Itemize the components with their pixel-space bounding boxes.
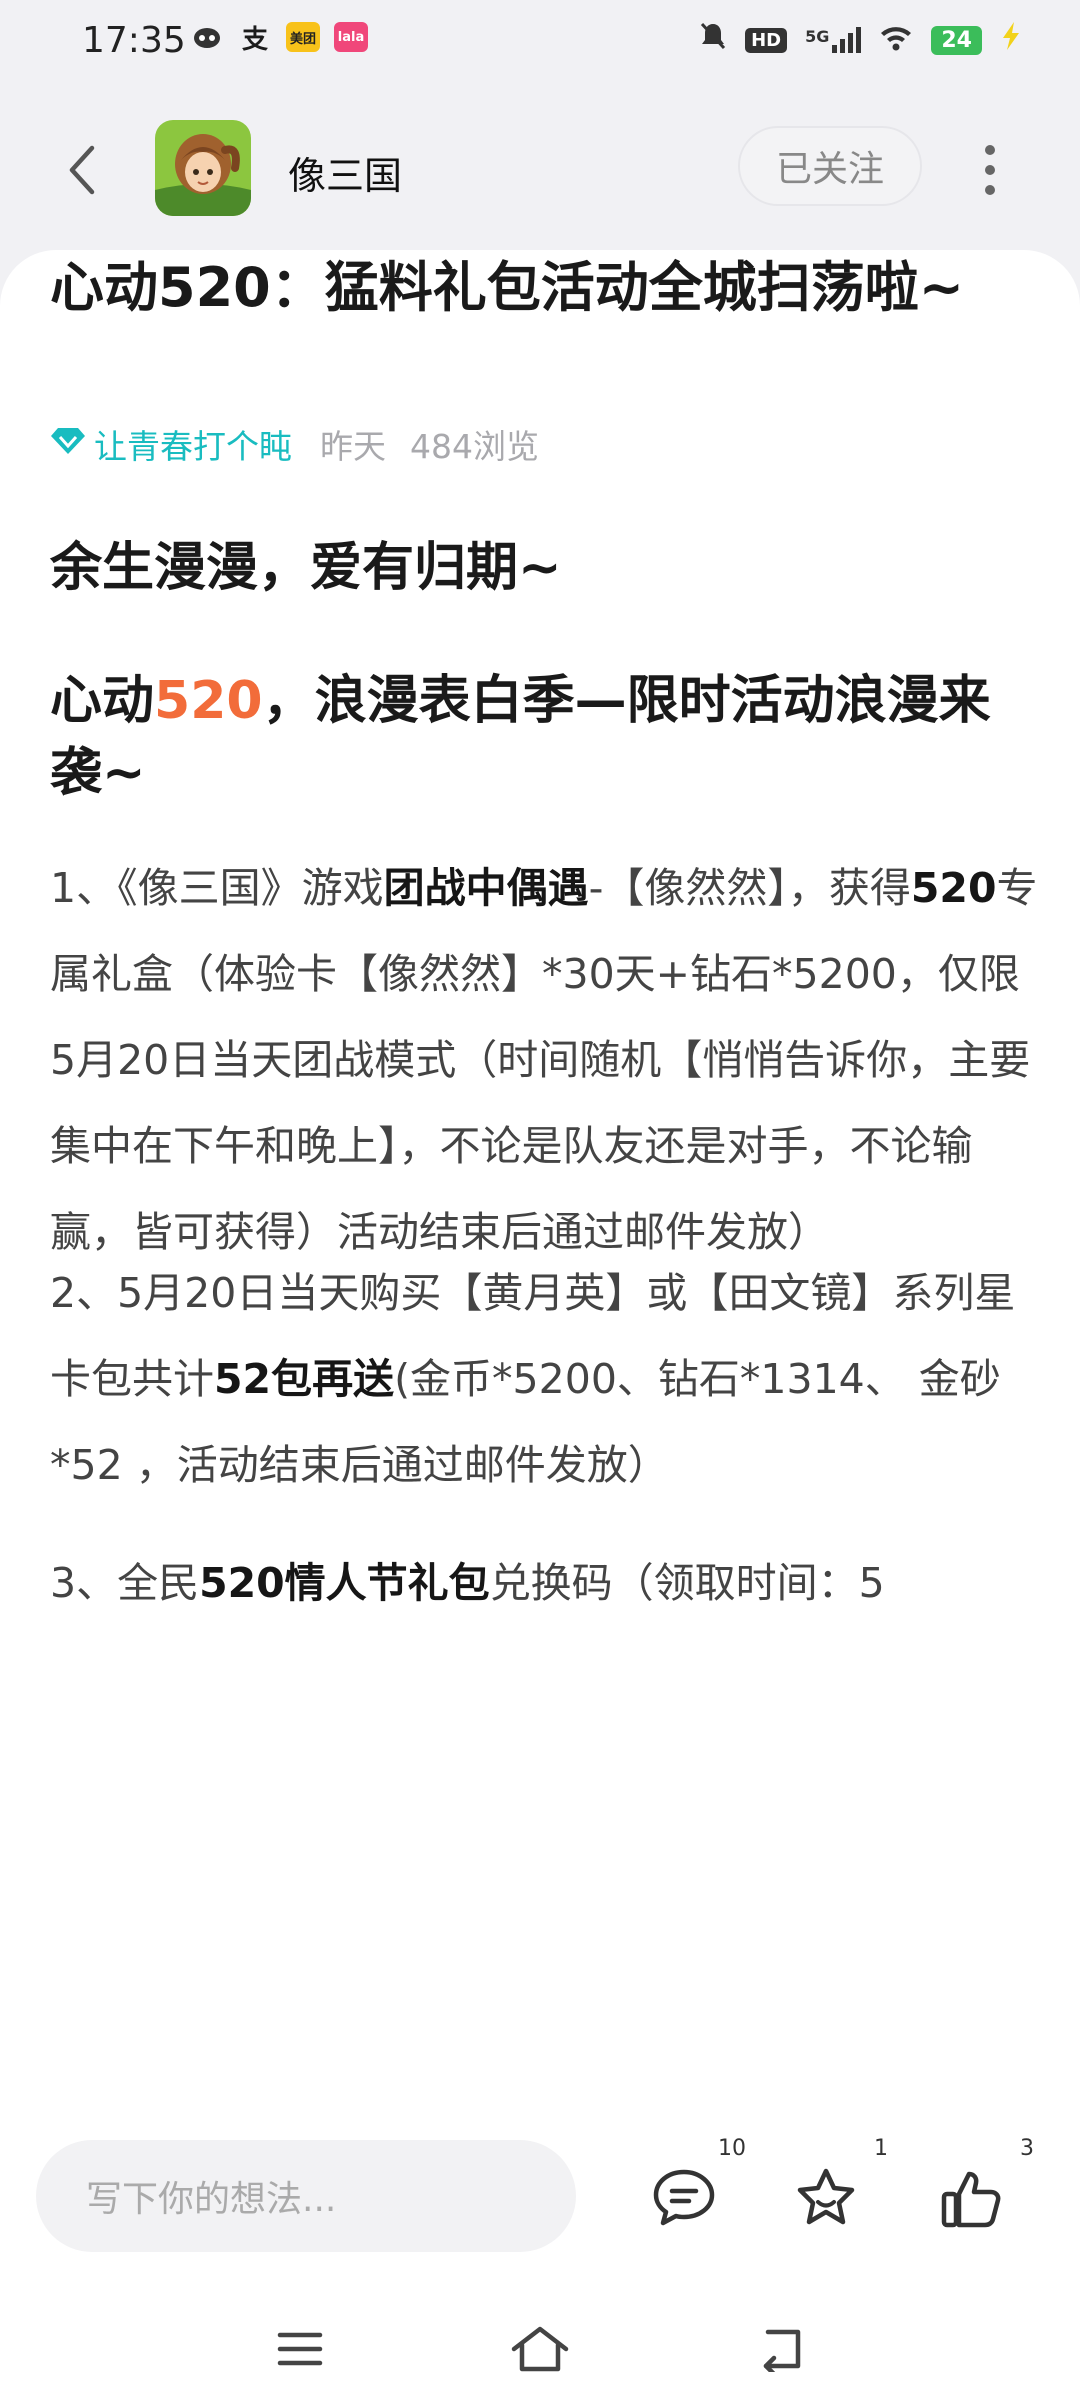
more-options-icon[interactable] xyxy=(970,140,1010,200)
wifi-icon xyxy=(879,24,913,56)
p1-text-2: -【像然然】，获得 xyxy=(588,864,911,912)
bilibili-icon: lala xyxy=(334,22,368,52)
p3-text: 3、全民 xyxy=(50,1559,200,1607)
comment-count: 10 xyxy=(718,2136,746,2161)
battery-indicator: 24 xyxy=(931,25,982,55)
status-bar: 17:35 支 美团 lala HD 5G 24 xyxy=(0,0,1080,90)
bottom-action-bar: 写下你的想法... 10 1 3 xyxy=(0,2110,1080,2290)
hd-icon: HD xyxy=(745,27,788,53)
p1-text: 1、《像三国》游戏 xyxy=(50,864,384,912)
menu-icon xyxy=(277,2332,323,2366)
content-fade xyxy=(0,2040,1080,2110)
headline-text: 心动 xyxy=(50,671,155,731)
status-app-icons: 支 美团 lala xyxy=(190,22,368,55)
system-nav-bar xyxy=(0,2290,1080,2408)
post-title: 心动520：猛料礼包活动全城扫荡啦~ xyxy=(50,256,964,319)
alipay-icon: 支 xyxy=(241,24,268,55)
post-meta: 让青春打个盹 昨天 484浏览 xyxy=(50,420,563,468)
home-icon xyxy=(511,2326,569,2372)
p1-highlight: 520 xyxy=(910,864,997,912)
star-icon xyxy=(797,2168,855,2225)
favorite-count: 1 xyxy=(874,2136,888,2161)
diamond-icon xyxy=(50,425,86,464)
top-nav: 像三国 已关注 xyxy=(0,110,1080,230)
status-indicators: HD 5G 24 xyxy=(699,20,1022,60)
channel-name[interactable]: 像三国 xyxy=(288,145,402,200)
p2-highlight: 再送 xyxy=(312,1355,395,1403)
charging-icon xyxy=(1000,20,1022,60)
headline-highlight: 520 xyxy=(154,671,263,731)
p1-text-3: 专属礼盒（体验卡【像然然】*30天+钻石*5200，仅限5月20日当天团战模式（… xyxy=(50,864,1038,1256)
favorite-button[interactable]: 1 xyxy=(786,2136,888,2238)
signal-icon: 5G xyxy=(805,27,862,53)
p2-bold: 52包 xyxy=(214,1355,313,1403)
paragraph-3: 3、全民520情人节礼包兑换码（领取时间：5 xyxy=(50,1540,1040,1626)
post-card: 心动520：猛料礼包活动全城扫荡啦~ 让青春打个盹 昨天 484浏览 余生漫漫，… xyxy=(0,250,1080,2110)
home-button[interactable] xyxy=(500,2314,580,2384)
comment-input[interactable]: 写下你的想法... xyxy=(36,2140,576,2252)
network-type: 5G xyxy=(805,27,830,46)
post-time: 昨天 xyxy=(320,427,386,466)
view-count: 484浏览 xyxy=(410,427,539,466)
author-name[interactable]: 让青春打个盹 xyxy=(94,420,292,468)
comment-button[interactable]: 10 xyxy=(644,2136,746,2238)
status-time: 17:35 xyxy=(82,20,186,61)
mute-icon xyxy=(699,21,727,59)
p1-bold: 团战中偶遇 xyxy=(383,864,589,912)
paragraph-1: 1、《像三国》游戏团战中偶遇-【像然然】，获得520专属礼盒（体验卡【像然然】*… xyxy=(50,845,1040,1275)
comment-icon xyxy=(653,2169,715,2226)
post-subtitle: 余生漫漫，爱有归期~ xyxy=(50,538,562,598)
paragraph-2: 2、5月20日当天购买【黄月英】或【田文镜】系列星卡包共计52包再送(金币*52… xyxy=(50,1250,1040,1508)
thumbs-up-icon xyxy=(941,2171,1001,2228)
recents-button[interactable] xyxy=(260,2314,340,2384)
back-arrow-icon xyxy=(763,2329,801,2372)
p3-highlight: 520情人节礼包 xyxy=(199,1559,490,1607)
meituan-icon: 美团 xyxy=(286,22,320,52)
chevron-left-icon xyxy=(69,145,95,195)
robot-icon xyxy=(190,22,224,52)
post-headline: 心动520，浪漫表白季—限时活动浪漫来袭~ xyxy=(50,665,1040,809)
system-back-button[interactable] xyxy=(740,2314,820,2384)
like-button[interactable]: 3 xyxy=(932,2136,1034,2238)
p3-text-2: 兑换码（领取时间：5 xyxy=(489,1559,885,1607)
back-button[interactable] xyxy=(52,140,112,200)
channel-avatar[interactable] xyxy=(155,120,251,216)
follow-button[interactable]: 已关注 xyxy=(738,126,922,206)
like-count: 3 xyxy=(1020,2136,1034,2161)
